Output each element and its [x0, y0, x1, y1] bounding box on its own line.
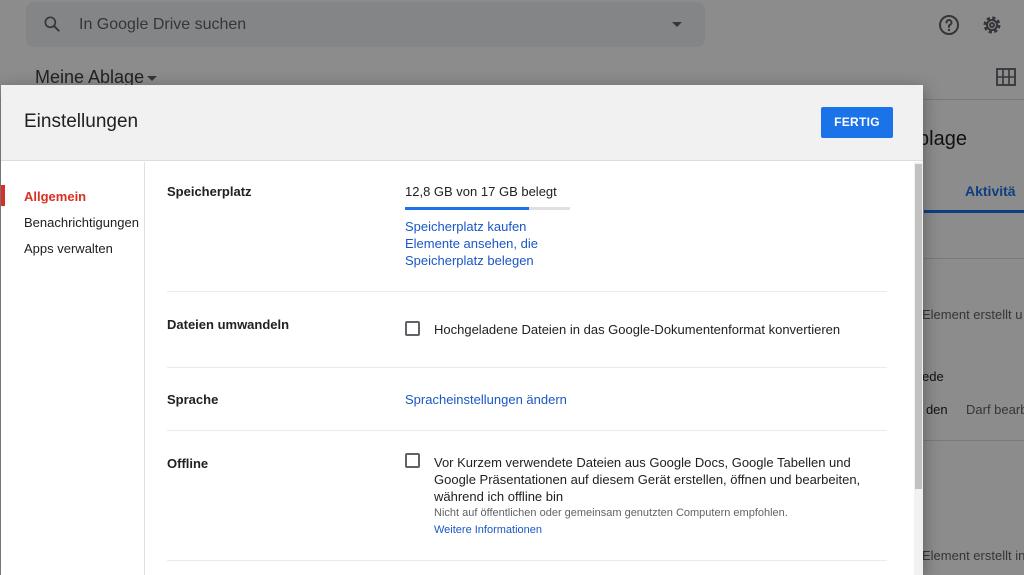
nav-item-general[interactable]: Allgemein [24, 189, 86, 204]
active-indicator [1, 185, 5, 206]
language-label: Sprache [167, 392, 219, 407]
language-settings-link[interactable]: Spracheinstellungen ändern [405, 392, 567, 407]
offline-note: Nicht auf öffentlichen oder gemeinsam ge… [434, 507, 788, 519]
convert-label: Dateien umwandeln [167, 317, 290, 332]
storage-progress-bar [405, 207, 570, 210]
convert-checkbox-label[interactable]: Hochgeladene Dateien in das Google-Dokum… [434, 322, 840, 337]
scrollbar-thumb[interactable] [915, 164, 922, 489]
settings-dialog: Einstellungen FERTIG Allgemein Benachric… [1, 85, 923, 575]
storage-label: Speicherplatz [167, 184, 252, 199]
done-button[interactable]: FERTIG [821, 107, 893, 138]
offline-label: Offline [167, 456, 209, 471]
dialog-title: Einstellungen [24, 111, 139, 132]
more-info-link[interactable]: Weitere Informationen [434, 524, 542, 536]
offline-checkbox-label[interactable]: Vor Kurzem verwendete Dateien aus Google… [434, 454, 874, 505]
row-divider [167, 291, 887, 292]
offline-checkbox[interactable] [405, 453, 420, 468]
view-storage-items-link[interactable]: Speicherplatz belegen [405, 253, 534, 268]
dialog-header: Einstellungen FERTIG [1, 85, 923, 161]
settings-nav: Allgemein Benachrichtigungen Apps verwal… [1, 162, 145, 575]
scrollbar[interactable] [914, 162, 923, 575]
view-storage-items-link[interactable]: Elemente ansehen, die [405, 236, 538, 251]
nav-item-manage-apps[interactable]: Apps verwalten [24, 241, 113, 256]
row-divider [167, 430, 887, 431]
storage-usage: 12,8 GB von 17 GB belegt [405, 184, 557, 199]
convert-checkbox[interactable] [405, 321, 420, 336]
nav-item-notifications[interactable]: Benachrichtigungen [24, 215, 139, 230]
buy-storage-link[interactable]: Speicherplatz kaufen [405, 219, 526, 234]
row-divider [167, 560, 887, 561]
row-divider [167, 367, 887, 368]
storage-progress-fill [405, 207, 530, 210]
settings-content: Speicherplatz 12,8 GB von 17 GB belegt S… [146, 162, 912, 575]
